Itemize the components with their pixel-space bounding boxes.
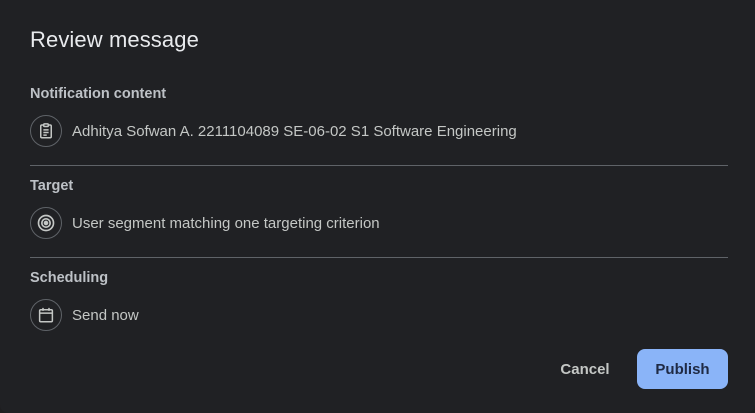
divider [30,165,728,166]
target-section: Target User segment matching one targeti… [30,176,728,240]
scheduling-text: Send now [72,306,139,324]
section-heading: Scheduling [30,270,109,286]
calendar-icon [30,299,62,331]
target-text: User segment matching one targeting crit… [72,214,380,232]
section-heading: Notification content [30,86,167,102]
dialog-title: Review message [30,27,199,52]
section-heading: Target [30,178,74,194]
target-row: User segment matching one targeting crit… [30,206,728,240]
clipboard-icon [30,115,62,147]
notification-content-row: Adhitya Sofwan A. 2211104089 SE-06-02 S1… [30,114,728,148]
scheduling-section: Scheduling Send now [30,268,728,332]
cancel-button[interactable]: Cancel [548,349,622,389]
divider [30,257,728,258]
publish-button[interactable]: Publish [637,349,728,389]
review-message-dialog: Review message Notification content Adhi… [0,0,755,413]
notification-content-text: Adhitya Sofwan A. 2211104089 SE-06-02 S1… [72,122,517,140]
target-icon [30,207,62,239]
notification-content-section: Notification content Adhitya Sofwan A. 2… [30,84,728,148]
scheduling-row: Send now [30,298,728,332]
